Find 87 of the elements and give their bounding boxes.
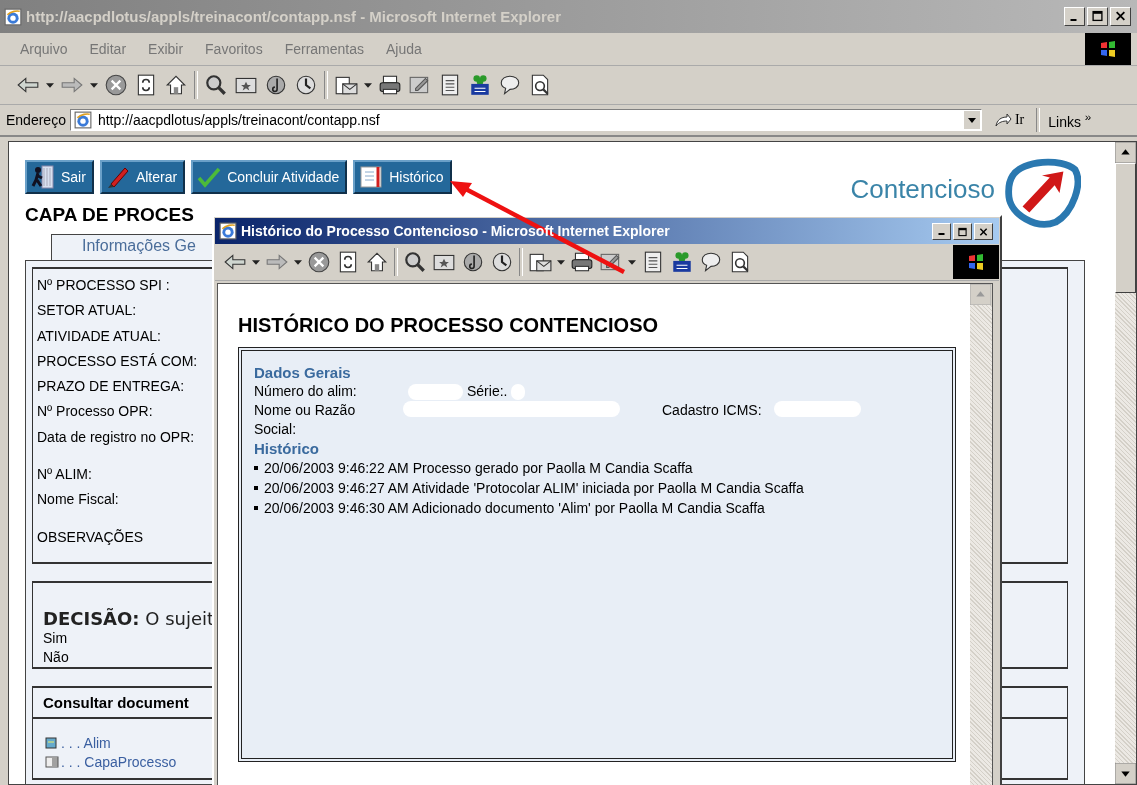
dropdown-button[interactable]	[963, 111, 980, 129]
minimize-button[interactable]	[932, 222, 951, 240]
address-label: Endereço	[6, 112, 66, 128]
scrollbar[interactable]	[970, 284, 992, 785]
printer-icon[interactable]	[570, 250, 594, 274]
field-label: Data de registro no OPR:	[37, 427, 195, 447]
go-button[interactable]: Ir	[985, 112, 1033, 128]
dropdown-caret-icon[interactable]	[628, 259, 636, 265]
search-icon[interactable]	[403, 250, 427, 274]
home-icon[interactable]	[164, 73, 188, 97]
scroll-up-icon[interactable]	[1115, 142, 1136, 163]
windows-logo-icon	[1085, 33, 1131, 65]
minimize-icon	[1070, 19, 1077, 21]
minimize-icon	[938, 232, 945, 235]
close-button[interactable]	[974, 222, 993, 240]
menu-item[interactable]: Ferramentas	[284, 41, 364, 57]
field-label: Série:.	[467, 382, 508, 401]
scroll-down-icon[interactable]	[1115, 763, 1136, 784]
dropdown-caret-icon[interactable]	[252, 259, 260, 265]
maximize-icon	[958, 225, 967, 238]
dropdown-caret-icon[interactable]	[364, 82, 372, 88]
field-label: Nº Processo OPR:	[37, 402, 153, 422]
links-button[interactable]: Links $^{»}$	[1044, 110, 1096, 130]
document-icon	[358, 164, 385, 190]
exit-door-icon	[30, 164, 56, 190]
dropdown-caret-icon[interactable]	[557, 259, 565, 265]
clock-icon[interactable]	[294, 73, 318, 97]
field-label: SETOR ATUAL:	[37, 301, 137, 321]
field-label: PROCESSO ESTÁ COM:	[37, 351, 198, 371]
address-field[interactable]: http://aacpdlotus/appls/treinacont/contapp.nsf	[69, 109, 982, 131]
option-label: Sim	[43, 629, 68, 648]
menu-item[interactable]: Favoritos	[205, 41, 263, 57]
field-label: Cadastro ICMS:	[662, 401, 762, 420]
browser-icon	[4, 7, 22, 26]
messenger-icon[interactable]	[670, 250, 694, 274]
home-icon[interactable]	[365, 250, 389, 274]
stop-icon[interactable]	[104, 73, 128, 97]
maximize-icon	[1092, 10, 1103, 22]
messenger-icon[interactable]	[468, 73, 492, 97]
clock-icon[interactable]	[490, 250, 514, 274]
printer-icon[interactable]	[378, 73, 402, 97]
field-label: OBSERVAÇÕES	[37, 527, 144, 547]
page-heading: HISTÓRICO DO PROCESSO CONTENCIOSO	[238, 314, 660, 337]
field-label: PRAZO DE ENTREGA:	[37, 377, 185, 397]
menu-item[interactable]: Arquivo	[20, 41, 68, 57]
section-title: Histórico	[254, 439, 320, 458]
browser-icon	[73, 111, 92, 129]
field-label: Nome Fiscal:	[37, 490, 119, 510]
menu-item[interactable]: Exibir	[148, 41, 184, 57]
menu-item[interactable]: Ajuda	[386, 41, 422, 57]
speech-bubble-icon[interactable]	[498, 73, 522, 97]
history-entry: 20/06/2003 9:46:27 AM Atividade 'Protocolar ALIM' iniciada por Paolla M Candia Scaffa	[264, 479, 804, 498]
logo-icon	[1003, 156, 1081, 228]
toolbar-button[interactable]: Histórico	[353, 160, 452, 194]
dropdown-caret-icon[interactable]	[294, 259, 302, 265]
document-link[interactable]: . . . CapaProcesso	[61, 753, 177, 770]
section-title: Dados Gerais	[254, 363, 352, 382]
document-link[interactable]: . . . Alim	[61, 734, 111, 751]
dropdown-caret-icon[interactable]	[46, 82, 54, 88]
history-entry: 20/06/2003 9:46:30 AM Adicionado documento 'Alim' por Paolla M Candia Scaffa	[264, 499, 765, 518]
option-label: Não	[43, 648, 69, 667]
menu-item[interactable]: Editar	[89, 41, 127, 57]
document-icon	[45, 755, 59, 768]
search-icon[interactable]	[204, 73, 228, 97]
browser-icon	[219, 222, 237, 240]
dropdown-caret-icon[interactable]	[90, 82, 98, 88]
window-title: http://aacpdlotus/appls/treinacont/contapp.nsf - Microsoft Internet Explorer	[26, 8, 563, 25]
scrollbar[interactable]	[1115, 142, 1136, 784]
toolbar-button[interactable]: Sair	[25, 160, 94, 194]
toolbar-button[interactable]: Concluir Atividade	[191, 160, 348, 194]
field-label: ATIVIDADE ATUAL:	[37, 326, 161, 346]
maximize-button[interactable]	[953, 222, 972, 240]
document-icon	[45, 736, 59, 749]
history-entry: 20/06/2003 9:46:22 AM Processo gerado por Paolla M Candia Scaffa	[264, 459, 693, 478]
close-icon	[1115, 10, 1126, 22]
field-label: Número do alim:	[254, 382, 358, 401]
toolbar-button[interactable]: Alterar	[99, 160, 186, 194]
decision-text: DECISÃO: O sujeit	[43, 608, 215, 629]
field-label: Nº ALIM:	[37, 465, 92, 485]
windows-logo-icon	[953, 245, 999, 279]
page-heading: CAPA DE PROCES	[25, 204, 194, 227]
field-label: Nº PROCESSO SPI :	[37, 276, 170, 295]
logo-text: Contencioso	[850, 174, 995, 205]
speech-bubble-icon[interactable]	[699, 250, 723, 274]
stop-icon[interactable]	[307, 250, 331, 274]
go-arrow-icon	[993, 112, 1012, 128]
field-label: Nome ou Razão Social:	[254, 401, 357, 439]
